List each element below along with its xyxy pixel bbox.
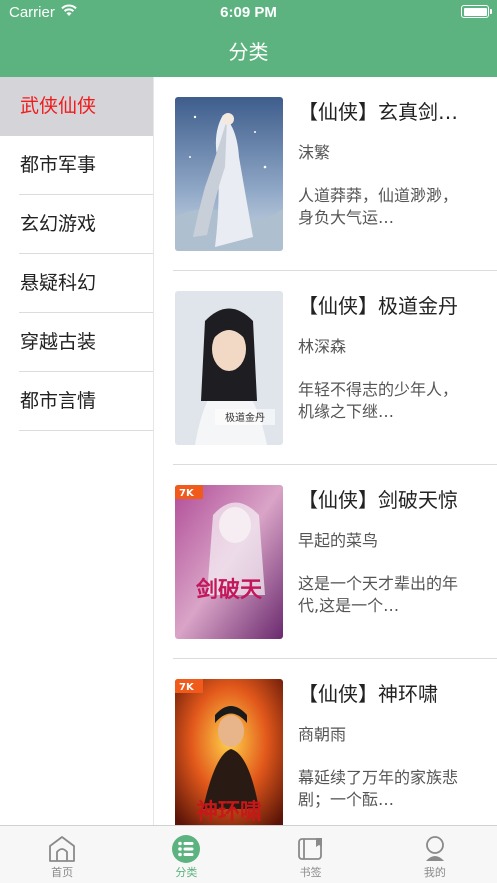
book-cover-image [175,97,283,251]
tab-label: 我的 [423,866,446,879]
category-item-urban-romance[interactable]: 都市言情 [0,372,153,431]
battery-icon [461,5,492,18]
book-row[interactable]: 7K 神环啸 【仙侠】神环啸 商朝雨 幕延续了万年的家族悲剧；一个酝… [173,659,497,825]
book-cover-image: 7K 神环啸 [175,679,283,825]
book-cover-image: 极道金丹 [175,291,283,445]
cover-title-text: 极道金丹 [225,411,265,424]
book-cover-image: 7K 剑破天 [175,485,283,639]
tab-label: 书签 [299,866,322,879]
home-icon [49,836,76,862]
page-title: 分类 [228,40,269,64]
tab-bar: 首页 分类 书签 我的 [0,825,497,883]
book-description: 这是一个天才辈出的年代,这是一个… [298,574,458,615]
book-author: 林深森 [298,337,347,356]
cover-title-text: 剑破天 [195,577,263,603]
category-label: 穿越古装 [20,331,97,353]
book-title: 【仙侠】神环啸 [298,682,438,706]
book-list: 【仙侠】玄真剑… 沫繁 人道莽莽，仙道渺渺， 身负大气运… 极道金丹 【仙侠】极… [154,77,497,825]
category-item-mystery-scifi[interactable]: 悬疑科幻 [0,254,153,313]
book-author: 沫繁 [298,143,331,162]
navigation-bar: 分类 [0,24,497,77]
category-item-wuxia[interactable]: 武侠仙侠 [0,77,153,136]
tab-home[interactable]: 首页 [0,826,124,883]
tab-label: 首页 [51,866,74,879]
book-author: 商朝雨 [298,725,347,744]
tab-category[interactable]: 分类 [124,826,248,883]
category-label: 都市言情 [20,390,97,412]
tab-bookmark[interactable]: 书签 [249,826,373,883]
book-row[interactable]: 【仙侠】玄真剑… 沫繁 人道莽莽，仙道渺渺， 身负大气运… [173,77,497,271]
book-description: 人道莽莽，仙道渺渺， 身负大气运… [298,186,458,227]
category-label: 武侠仙侠 [20,95,97,117]
tab-label: 分类 [175,866,198,879]
category-item-fantasy-game[interactable]: 玄幻游戏 [0,195,153,254]
profile-icon [425,836,444,861]
book-row[interactable]: 极道金丹 【仙侠】极道金丹 林深森 年轻不得志的少年人，机缘之下继… [173,271,497,465]
category-label: 玄幻游戏 [20,213,97,235]
book-title: 【仙侠】玄真剑… [298,100,458,124]
book-description: 幕延续了万年的家族悲剧；一个酝… [298,768,458,809]
book-title: 【仙侠】剑破天惊 [298,488,458,512]
category-item-time-travel[interactable]: 穿越古装 [0,313,153,372]
category-label: 都市军事 [20,154,97,176]
book-author: 早起的菜鸟 [298,531,379,550]
category-label: 悬疑科幻 [20,272,97,294]
cover-title-text: 神环啸 [196,799,262,825]
book-description: 年轻不得志的少年人，机缘之下继… [298,380,458,421]
tab-profile[interactable]: 我的 [373,826,497,883]
clock: 6:09 PM [220,4,277,21]
status-bar: Carrier 6:09 PM [0,0,497,24]
category-sidebar: 武侠仙侠 都市军事 玄幻游戏 悬疑科幻 穿越古装 都市言情 [0,77,154,825]
category-item-urban-military[interactable]: 都市军事 [0,136,153,195]
svg-text:7K: 7K [179,488,195,499]
bookmark-icon [297,838,322,860]
book-row[interactable]: 7K 剑破天 【仙侠】剑破天惊 早起的菜鸟 这是一个天才辈出的年代,这是一个… [173,465,497,659]
svg-text:7K: 7K [179,682,195,693]
category-list-icon [172,835,201,863]
book-title: 【仙侠】极道金丹 [298,294,458,318]
